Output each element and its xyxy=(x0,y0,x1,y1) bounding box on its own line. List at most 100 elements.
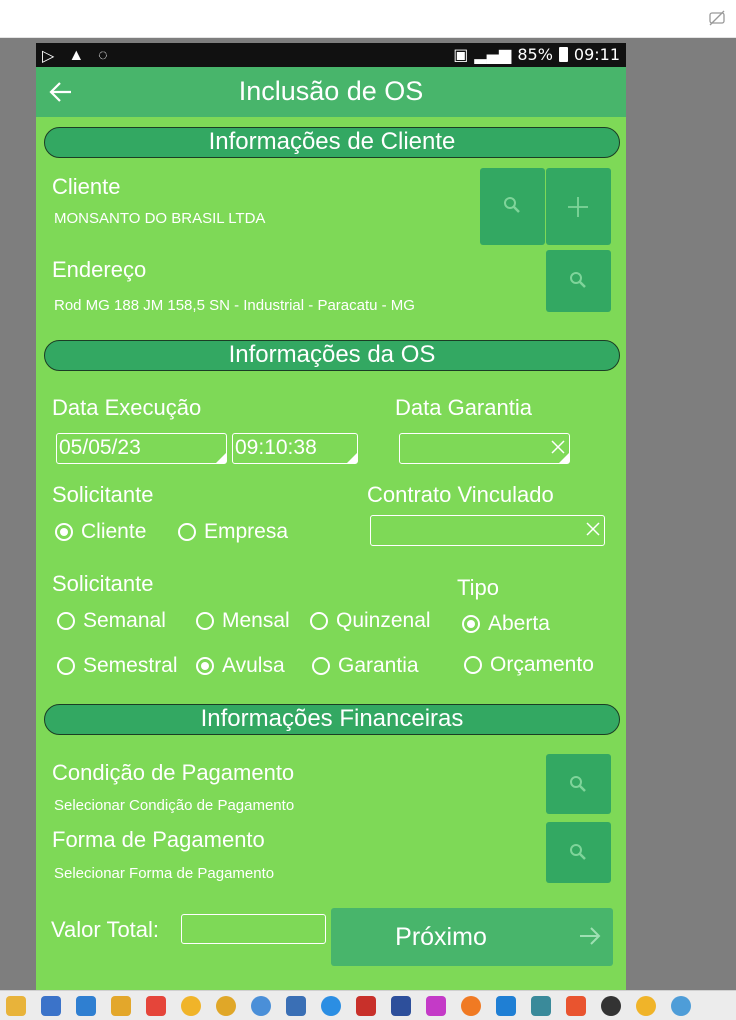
radio-label: Garantia xyxy=(338,654,419,677)
phone-screen: ▷ ▲ ◌ ▣ ▂▄▆ 85% 09:11 Inclusão de OS Inf… xyxy=(36,43,626,990)
total-value-label: Valor Total: xyxy=(51,917,160,942)
vscode-icon[interactable] xyxy=(496,996,516,1016)
play-icon: ▷ xyxy=(42,48,55,65)
mail-icon[interactable] xyxy=(76,996,96,1016)
battery-level: 85% xyxy=(517,45,553,64)
section-header-financial: Informações Financeiras xyxy=(44,704,620,735)
page-title: Inclusão de OS xyxy=(238,76,424,106)
radio-label: Aberta xyxy=(488,612,550,635)
radio-checked-icon xyxy=(55,523,73,541)
address-search-button[interactable] xyxy=(546,250,611,312)
radio-type-orcamento[interactable]: Orçamento xyxy=(464,653,594,677)
radio-checked-icon xyxy=(462,615,480,633)
payment-method-value: Selecionar Forma de Pagamento xyxy=(54,865,275,882)
client-search-button[interactable] xyxy=(480,168,545,245)
radio-label: Quinzenal xyxy=(336,609,431,632)
arrow-right-icon xyxy=(580,927,601,945)
ie-icon[interactable] xyxy=(321,996,341,1016)
radio-semanal[interactable]: Semanal xyxy=(57,609,166,633)
app-icon[interactable] xyxy=(111,996,131,1016)
whatsapp-icon: ◌ xyxy=(98,47,108,64)
cast-icon: ▣ xyxy=(453,45,469,64)
radio-label: Avulsa xyxy=(222,654,285,677)
radio-label: Empresa xyxy=(204,520,289,543)
radio-unchecked-icon xyxy=(310,612,328,630)
address-label: Endereço xyxy=(52,257,147,282)
frequency-label: Solicitante xyxy=(52,571,154,596)
radio-type-aberta[interactable]: Aberta xyxy=(462,612,550,636)
radio-label: Semanal xyxy=(83,609,166,632)
radio-quinzenal[interactable]: Quinzenal xyxy=(310,609,431,633)
contract-label: Contrato Vinculado xyxy=(367,482,554,507)
battery-icon xyxy=(558,47,568,62)
client-label: Cliente xyxy=(52,174,121,199)
mf-icon[interactable] xyxy=(216,996,236,1016)
warranty-date-field[interactable] xyxy=(399,433,570,464)
file-explorer-icon[interactable] xyxy=(6,996,26,1016)
network-icon[interactable] xyxy=(391,996,411,1016)
add-client-button[interactable] xyxy=(546,168,611,245)
dropdown-corner-icon xyxy=(347,453,357,463)
address-value: Rod MG 188 JM 158,5 SN - Industrial - Pa… xyxy=(54,297,415,314)
remote-icon[interactable] xyxy=(146,996,166,1016)
next-button[interactable]: Próximo xyxy=(331,908,613,966)
radio-requester-client[interactable]: Cliente xyxy=(55,520,146,544)
exec-date-value: 05/05/23 xyxy=(59,436,141,459)
client-value: MONSANTO DO BRASIL LTDA xyxy=(54,210,266,227)
contract-field[interactable] xyxy=(370,515,605,546)
browser-top-bar xyxy=(0,0,736,38)
exec-date-label: Data Execução xyxy=(52,395,202,420)
search-icon xyxy=(570,272,586,288)
warning-icon: ▲ xyxy=(68,47,85,64)
total-value-field[interactable] xyxy=(181,914,326,944)
radio-garantia[interactable]: Garantia xyxy=(312,654,419,678)
exec-time-field[interactable]: 09:10:38 xyxy=(232,433,358,464)
radio-mensal[interactable]: Mensal xyxy=(196,609,290,633)
payment-condition-label: Condição de Pagamento xyxy=(52,760,295,785)
radio-semestral[interactable]: Semestral xyxy=(57,654,178,678)
filezilla-icon[interactable] xyxy=(356,996,376,1016)
radio-checked-icon xyxy=(196,657,214,675)
chrome-alt-icon[interactable] xyxy=(636,996,656,1016)
hidden-eye-icon[interactable] xyxy=(708,9,726,27)
tools-icon[interactable] xyxy=(41,996,61,1016)
payment-condition-search-button[interactable] xyxy=(546,754,611,814)
radio-avulsa[interactable]: Avulsa xyxy=(196,654,285,678)
radio-requester-company[interactable]: Empresa xyxy=(178,520,288,544)
app-purple-icon[interactable] xyxy=(426,996,446,1016)
dropdown-corner-icon xyxy=(559,453,569,463)
plus-icon xyxy=(568,197,588,217)
chrome-icon[interactable] xyxy=(181,996,201,1016)
firefox-icon[interactable] xyxy=(461,996,481,1016)
app-bar: Inclusão de OS xyxy=(36,67,626,117)
section-header-client: Informações de Cliente xyxy=(44,127,620,158)
brave-icon[interactable] xyxy=(566,996,586,1016)
next-button-label: Próximo xyxy=(395,923,487,951)
pen-icon[interactable] xyxy=(531,996,551,1016)
radio-label: Orçamento xyxy=(490,653,594,676)
payment-condition-value: Selecionar Condição de Pagamento xyxy=(54,797,295,814)
radio-label: Semestral xyxy=(83,654,178,677)
android-status-bar: ▷ ▲ ◌ ▣ ▂▄▆ 85% 09:11 xyxy=(36,43,626,67)
exec-time-value: 09:10:38 xyxy=(235,436,317,459)
payment-method-search-button[interactable] xyxy=(546,822,611,883)
settings-icon[interactable] xyxy=(601,996,621,1016)
requester-label: Solicitante xyxy=(52,482,154,507)
radio-label: Cliente xyxy=(81,520,147,543)
payment-method-label: Forma de Pagamento xyxy=(52,827,265,852)
search-icon xyxy=(504,197,520,213)
app-alt-icon[interactable] xyxy=(671,996,691,1016)
radio-unchecked-icon xyxy=(312,657,330,675)
radio-label: Mensal xyxy=(222,609,290,632)
clock: 09:11 xyxy=(573,45,620,64)
type-label: Tipo xyxy=(457,575,499,600)
exec-date-field[interactable]: 05/05/23 xyxy=(56,433,227,464)
dropdown-corner-icon xyxy=(216,453,226,463)
radio-unchecked-icon xyxy=(464,656,482,674)
clear-icon[interactable] xyxy=(585,521,601,537)
radio-unchecked-icon xyxy=(57,612,75,630)
signal-icon: ▂▄▆ xyxy=(474,45,512,64)
notepad-icon[interactable] xyxy=(286,996,306,1016)
chrome-profile-icon[interactable] xyxy=(251,996,271,1016)
warranty-date-label: Data Garantia xyxy=(395,395,532,420)
